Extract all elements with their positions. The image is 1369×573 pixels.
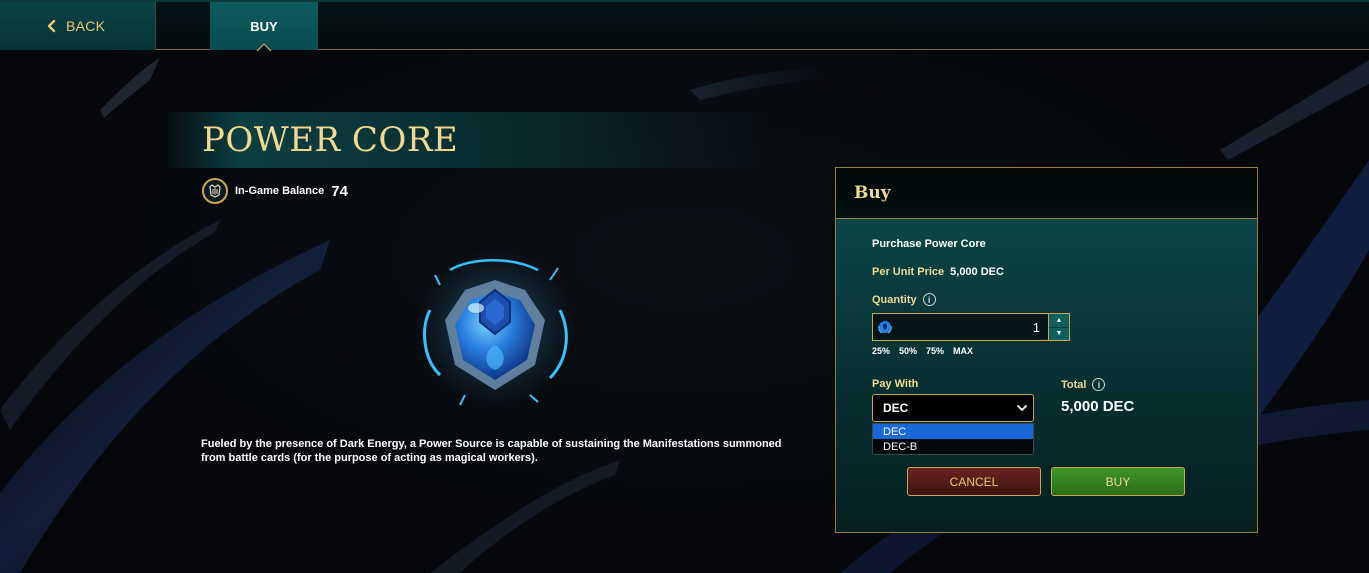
quantity-label-text: Quantity bbox=[872, 293, 917, 306]
power-core-image bbox=[410, 250, 580, 415]
back-button[interactable]: BACK bbox=[0, 2, 156, 50]
quantity-input[interactable]: 1 bbox=[892, 320, 1048, 335]
total-info-icon[interactable]: i bbox=[1092, 378, 1106, 391]
pay-with-selected: DEC bbox=[883, 401, 909, 415]
balance-value: 74 bbox=[331, 182, 348, 200]
quantity-increase-button[interactable]: ▲ bbox=[1049, 314, 1069, 327]
cancel-button[interactable]: CANCEL bbox=[907, 467, 1041, 496]
per-unit-value: 5,000 DEC bbox=[950, 266, 1004, 278]
chevron-down-icon bbox=[1017, 405, 1027, 412]
caret-up-icon: ▲ bbox=[1055, 316, 1063, 324]
quantity-percent-options: 25% 50% 75% MAX bbox=[872, 346, 973, 356]
per-unit-label: Per Unit Price bbox=[872, 266, 945, 278]
buy-panel-title: Buy bbox=[854, 183, 891, 203]
info-icon[interactable]: i bbox=[922, 293, 936, 306]
tab-buy[interactable]: BUY bbox=[210, 2, 318, 51]
pay-with-label: Pay With bbox=[872, 378, 919, 390]
dropdown-option-dec-b[interactable]: DEC-B bbox=[873, 439, 1033, 454]
buy-panel: Buy Purchase Power Core Per Unit Price 5,… bbox=[835, 167, 1258, 533]
percent-75-button[interactable]: 75% bbox=[926, 346, 944, 356]
back-label: BACK bbox=[66, 18, 106, 34]
quantity-stepper[interactable]: 1 ▲ ▼ bbox=[872, 313, 1070, 341]
page-title: POWER CORE bbox=[202, 120, 459, 160]
purchase-label: Purchase Power Core bbox=[872, 238, 986, 250]
percent-50-button[interactable]: 50% bbox=[899, 346, 917, 356]
caret-down-icon: ▼ bbox=[1055, 330, 1063, 338]
power-core-icon bbox=[878, 321, 892, 334]
pay-with-select[interactable]: DEC bbox=[872, 394, 1034, 422]
active-tab-caret-icon bbox=[257, 43, 271, 51]
total-label: Total i bbox=[1061, 378, 1106, 391]
total-value: 5,000 DEC bbox=[1061, 398, 1135, 415]
quantity-decrease-button[interactable]: ▼ bbox=[1049, 326, 1069, 341]
total-label-text: Total bbox=[1061, 378, 1087, 391]
chevron-left-icon bbox=[47, 19, 56, 33]
percent-max-button[interactable]: MAX bbox=[953, 346, 973, 356]
buy-panel-header: Buy bbox=[836, 168, 1257, 219]
quantity-spinner: ▲ ▼ bbox=[1048, 314, 1069, 340]
pay-with-dropdown: DEC DEC-B bbox=[872, 423, 1034, 455]
buy-button[interactable]: BUY bbox=[1051, 467, 1185, 496]
dropdown-option-dec[interactable]: DEC bbox=[873, 424, 1033, 439]
tab-buy-label: BUY bbox=[250, 18, 278, 34]
dark-energy-crystal-icon bbox=[202, 178, 228, 204]
percent-25-button[interactable]: 25% bbox=[872, 346, 890, 356]
balance-label: In-Game Balance bbox=[235, 185, 325, 197]
top-nav: BACK BUY bbox=[0, 0, 1369, 51]
quantity-label: Quantity i bbox=[872, 293, 936, 306]
per-unit-price: Per Unit Price 5,000 DEC bbox=[872, 266, 1004, 278]
in-game-balance: In-Game Balance 74 bbox=[202, 178, 348, 204]
item-description: Fueled by the presence of Dark Energy, a… bbox=[201, 438, 782, 464]
